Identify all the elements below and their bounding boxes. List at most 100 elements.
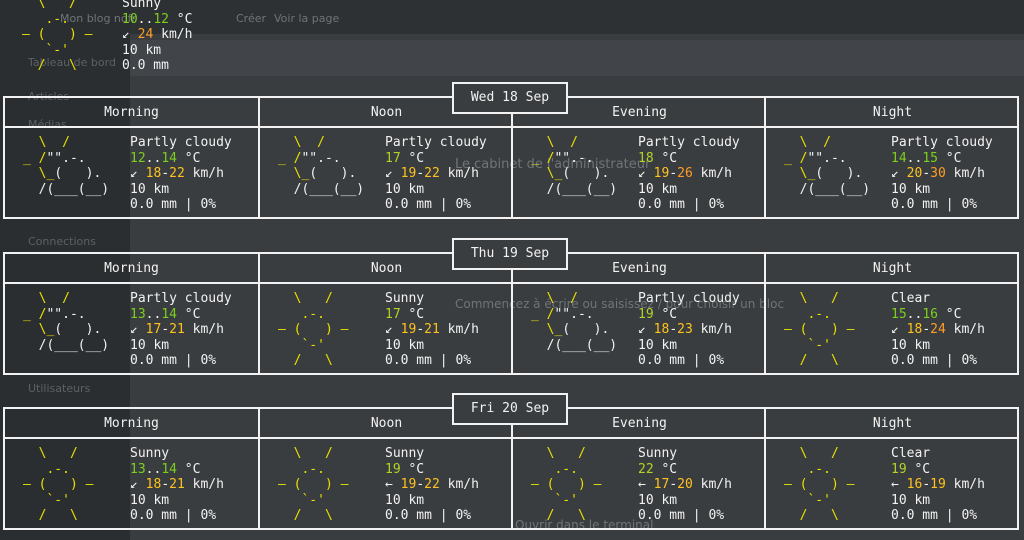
forecast-details: Sunny 13..14 °C ↙ 18-21 km/h 10 km 0.0 m… [130, 446, 224, 523]
wind-low: 19 [653, 166, 670, 181]
period-title: Night [872, 261, 913, 276]
period-title: Morning [104, 416, 159, 431]
wind-low: 16 [906, 477, 923, 492]
forecast-details: Sunny 19 °C ← 19-22 km/h 10 km 0.0 mm | … [385, 446, 479, 523]
precipitation: 0.0 mm | 0% [130, 353, 217, 368]
forecast-details: Partly cloudy 14..15 °C ↙ 20-30 km/h 10 … [891, 135, 993, 212]
period-title: Morning [104, 105, 159, 120]
condition-text: Sunny [130, 446, 170, 461]
forecast-cell: \ / .-. ― ( ) ― `-' / \ Sunny 13..14 °C ↙… [5, 439, 258, 528]
forecast-details: Clear 15..16 °C ↙ 18-24 km/h 10 km 0.0 m… [891, 291, 985, 368]
wind-high: 23 [677, 322, 693, 337]
visibility: 10 km [891, 181, 931, 197]
condition-text: Sunny [638, 446, 678, 461]
wind-direction-icon: ← [891, 477, 899, 492]
current-info: Sunny 10..12 °C ↙ 24 km/h 10 km 0.0 mm [122, 0, 322, 74]
wind-direction-icon: ← [638, 477, 646, 492]
period-header: Morning [5, 98, 258, 126]
condition-text: Partly cloudy [638, 291, 740, 306]
temp-high: 16 [922, 306, 938, 322]
wind-low: 17 [145, 322, 162, 337]
wind-low: 17 [653, 477, 670, 492]
background-sidebar-item: Utilisateurs [28, 382, 91, 395]
forecast-details: Partly cloudy 18 °C ↙ 19-26 km/h 10 km 0… [638, 135, 740, 212]
visibility: 10 km [385, 337, 425, 353]
precipitation: 0.0 mm | 0% [385, 508, 472, 523]
wind-high: 21 [169, 322, 185, 337]
forecast-details: Sunny 17 °C ↙ 19-21 km/h 10 km 0.0 mm | … [385, 291, 479, 368]
partly-cloudy-icon: \ / _ /"".-. \_( ). /(___(__) [278, 135, 365, 197]
precipitation: 0.0 mm | 0% [891, 197, 978, 212]
wind-low: 19 [400, 477, 417, 492]
forecast-grid: Morning Noon Evening Night \ / _ /"".-. \_(… [3, 96, 1019, 219]
wind-low: 19 [400, 166, 417, 181]
condition-text: Partly cloudy [130, 135, 232, 150]
wind-direction-icon: ↙ [638, 166, 646, 181]
period-header: Night [764, 98, 1019, 126]
condition-text: Clear [891, 446, 931, 461]
wind-high: 21 [424, 322, 440, 337]
wind-direction-icon: ↙ [385, 322, 393, 337]
period-header: Morning [5, 409, 258, 437]
wind-high: 19 [930, 477, 946, 492]
forecast-cell: \ / _ /"".-. \_( ). /(___(__) Partly clou… [5, 128, 258, 217]
sun-icon: \ / .-. ― ( ) ― `-' / \ [22, 0, 93, 73]
precipitation: 0.0 mm | 0% [638, 508, 725, 523]
condition-text: Partly cloudy [891, 135, 993, 150]
period-header: Night [764, 409, 1019, 437]
current-temp-low: 10 [122, 11, 138, 27]
wind-direction-icon: ← [385, 477, 393, 492]
sun-icon: \ / .-. ― ( ) ― `-' / \ [278, 291, 349, 368]
condition-text: Sunny [385, 291, 425, 306]
precipitation: 0.0 mm | 0% [891, 353, 978, 368]
period-header: Morning [5, 254, 258, 282]
period-header: Night [764, 254, 1019, 282]
forecast-cell: \ / .-. ― ( ) ― `-' / \ Clear 19 °C ← 16-… [764, 439, 1019, 528]
forecast-cell: \ / .-. ― ( ) ― `-' / \ Sunny 19 °C ← 19-… [258, 439, 513, 528]
current-condition: Sunny [122, 0, 162, 11]
temp-low: 13 [130, 306, 146, 322]
temp-low: 12 [130, 150, 146, 166]
wind-high: 20 [677, 477, 693, 492]
sun-icon: \ / .-. ― ( ) ― `-' / \ [531, 446, 602, 523]
background-sidebar-item: Connections [28, 235, 96, 248]
forecast-cell: \ / _ /"".-. \_( ). /(___(__) Partly clou… [764, 128, 1019, 217]
period-title: Morning [104, 261, 159, 276]
visibility: 10 km [385, 492, 425, 508]
condition-text: Clear [891, 291, 931, 306]
forecast-grid: Morning Noon Evening Night \ / _ /"".-. \_(… [3, 252, 1019, 375]
temp-high: 14 [161, 461, 177, 477]
temp-high: 15 [922, 150, 938, 166]
wind-direction-icon: ↙ [638, 322, 646, 337]
period-title: Night [872, 416, 913, 431]
current-wind: 24 [137, 27, 154, 42]
visibility: 10 km [891, 337, 931, 353]
sun-icon: \ / .-. ― ( ) ― `-' / \ [784, 291, 855, 368]
forecast-cell: \ / _ /"".-. \_( ). /(___(__) Partly clou… [511, 128, 766, 217]
precipitation: 0.0 mm | 0% [638, 353, 725, 368]
visibility: 10 km [130, 337, 170, 353]
forecast-details: Clear 19 °C ← 16-19 km/h 10 km 0.0 mm | … [891, 446, 985, 523]
precipitation: 0.0 mm | 0% [638, 197, 725, 212]
precipitation: 0.0 mm | 0% [130, 508, 217, 523]
condition-text: Partly cloudy [638, 135, 740, 150]
sun-icon: \ / .-. ― ( ) ― `-' / \ [278, 446, 349, 523]
current-wind-unit: km/h [161, 27, 193, 42]
temp-low: 17 [385, 306, 401, 322]
forecast-details: Partly cloudy 17 °C ↙ 19-22 km/h 10 km 0… [385, 135, 487, 212]
precipitation: 0.0 mm | 0% [130, 197, 217, 212]
visibility: 10 km [891, 492, 931, 508]
precipitation: 0.0 mm | 0% [385, 197, 472, 212]
wind-high: 21 [169, 477, 185, 492]
temp-low: 17 [385, 150, 401, 166]
wind-direction-icon: ↙ [130, 477, 138, 492]
wind-high: 30 [930, 166, 946, 181]
forecast-cell: \ / .-. ― ( ) ― `-' / \ Sunny 22 °C ← 17-… [511, 439, 766, 528]
visibility: 10 km [130, 492, 170, 508]
current-temp-high: 12 [153, 11, 169, 27]
wind-direction-icon: ↙ [122, 27, 130, 42]
wind-low: 18 [906, 322, 923, 337]
current-visibility: 10 km [122, 42, 162, 58]
temp-low: 19 [891, 461, 907, 477]
temp-low: 22 [638, 461, 654, 477]
